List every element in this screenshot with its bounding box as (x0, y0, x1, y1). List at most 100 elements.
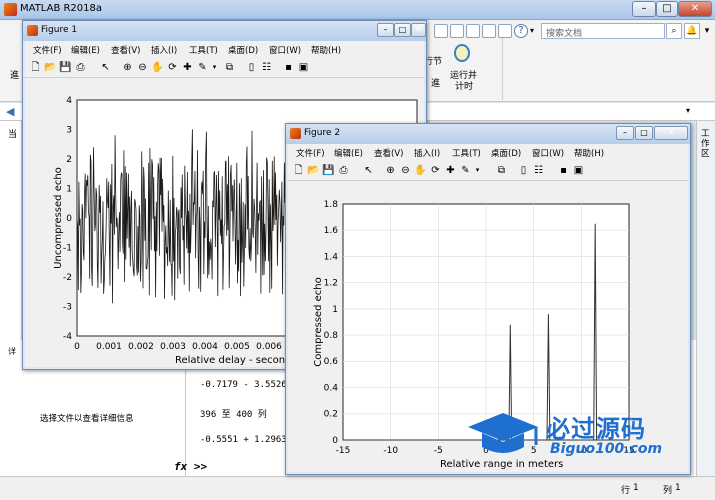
legend-icon[interactable]: ☷ (532, 164, 545, 177)
link-plot-icon[interactable]: ⧉ (223, 61, 236, 74)
menu-edit[interactable]: 编辑(E) (71, 44, 100, 56)
watermark-url: Biguo100.com (550, 441, 663, 457)
quick-access-icon-3[interactable] (466, 24, 480, 38)
figure1-y-tick: -4 (63, 332, 72, 342)
figure2-y-tick: 1.4 (324, 252, 339, 262)
quick-access-icon-2[interactable] (450, 24, 464, 38)
pan-icon[interactable]: ✋ (414, 164, 427, 177)
current-folder-tab[interactable]: 当 (8, 127, 17, 140)
menu-desktop[interactable]: 桌面(D) (228, 44, 258, 56)
back-arrow-icon[interactable]: ◀ (6, 105, 14, 118)
legend-icon[interactable]: ☷ (260, 61, 273, 74)
zoom-in-icon[interactable]: ⊕ (384, 164, 397, 177)
zoom-out-icon[interactable]: ⊖ (399, 164, 412, 177)
figure2-y-tick: 0.8 (324, 331, 339, 341)
quick-access-icon-5[interactable] (498, 24, 512, 38)
menu-help[interactable]: 帮助(H) (311, 44, 341, 56)
menu-view[interactable]: 查看(V) (374, 147, 403, 159)
matlab-logo-icon (4, 3, 17, 16)
data-cursor-icon[interactable]: ✚ (181, 61, 194, 74)
command-output-line: -0.5551 + 1.2963i (200, 435, 293, 445)
menu-window[interactable]: 窗口(W) (532, 147, 564, 159)
figure1-x-tick: 0 (74, 342, 80, 352)
menu-edit[interactable]: 编辑(E) (334, 147, 363, 159)
watermark-logo: 必过源码 Biguo100.com (458, 405, 678, 465)
menu-insert[interactable]: 插入(I) (414, 147, 440, 159)
quick-access-icon-4[interactable] (482, 24, 496, 38)
ribbon-collapse-icon[interactable]: ▾ (700, 23, 714, 39)
minimize-button[interactable]: – (632, 1, 656, 17)
figure1-x-tick: 0.004 (192, 342, 218, 352)
brush-dropdown-icon[interactable]: ▾ (208, 61, 221, 74)
address-dropdown-icon[interactable]: ▾ (686, 106, 690, 115)
run-time-label-2[interactable]: 计时 (455, 79, 473, 92)
pointer-icon[interactable]: ↖ (362, 164, 375, 177)
menu-help[interactable]: 帮助(H) (574, 147, 604, 159)
figure1-x-tick: 0.003 (160, 342, 186, 352)
figure2-maximize-button[interactable]: □ (635, 126, 653, 140)
figure1-minimize-button[interactable]: – (377, 23, 394, 37)
new-figure-icon[interactable]: 🗋 (292, 164, 305, 177)
command-output-line: -0.7179 - 3.5526i (200, 380, 293, 390)
figure2-close-button[interactable]: ✕ (654, 126, 688, 140)
menu-view[interactable]: 查看(V) (111, 44, 140, 56)
figure1-close-button[interactable]: ✕ (411, 23, 426, 37)
search-icon[interactable]: ⌕ (666, 23, 682, 39)
community-icon[interactable]: 🔔 (684, 23, 700, 39)
show-plot-tools-icon[interactable]: ▣ (572, 164, 585, 177)
figure2-y-tick: 0.2 (324, 410, 338, 420)
show-plot-tools-icon[interactable]: ▣ (297, 61, 310, 74)
figure1-x-tick: 0.001 (96, 342, 122, 352)
open-file-icon[interactable]: 📂 (44, 61, 57, 74)
print-icon[interactable]: ⎙ (74, 61, 87, 74)
pan-icon[interactable]: ✋ (151, 61, 164, 74)
help-icon[interactable]: ? (514, 24, 528, 38)
search-documentation-input[interactable]: 搜索文档 (541, 23, 665, 39)
help-dropdown-icon[interactable]: ▾ (530, 26, 534, 35)
figure2-toolbar: 🗋 📂 💾 ⎙ ↖ ⊕ ⊖ ✋ ⟳ ✚ ✎ ▾ ⧉ ▯ ☷ ▪ ▣ (288, 161, 688, 181)
row-value: 1 (633, 483, 639, 493)
menu-window[interactable]: 窗口(W) (269, 44, 301, 56)
quick-access-icon-1[interactable] (434, 24, 448, 38)
figure2-y-tick: 1.2 (324, 279, 338, 289)
figure2-y-tick: 1.6 (324, 226, 339, 236)
close-button[interactable]: ✕ (678, 1, 712, 17)
link-plot-icon[interactable]: ⧉ (495, 164, 508, 177)
menu-tools[interactable]: 工具(T) (452, 147, 481, 159)
open-file-icon[interactable]: 📂 (307, 164, 320, 177)
figure1-toolbar: 🗋 📂 💾 ⎙ ↖ ⊕ ⊖ ✋ ⟳ ✚ ✎ ▾ ⧉ ▯ ☷ ▪ ▣ (25, 58, 424, 78)
menu-insert[interactable]: 插入(I) (151, 44, 177, 56)
colorbar-icon[interactable]: ▯ (517, 164, 530, 177)
figure1-x-tick: 0.002 (128, 342, 154, 352)
pointer-icon[interactable]: ↖ (99, 61, 112, 74)
details-tab[interactable]: 详 (8, 346, 16, 357)
data-cursor-icon[interactable]: ✚ (444, 164, 457, 177)
save-icon[interactable]: 💾 (322, 164, 335, 177)
col-label: 列 (663, 486, 673, 496)
run-and-time-icon[interactable] (454, 44, 470, 62)
figure2-titlebar[interactable]: Figure 2 – □ ✕ (286, 124, 690, 144)
menu-desktop[interactable]: 桌面(D) (491, 147, 521, 159)
hide-plot-tools-icon[interactable]: ▪ (282, 61, 295, 74)
zoom-out-icon[interactable]: ⊖ (136, 61, 149, 74)
rotate-icon[interactable]: ⟳ (429, 164, 442, 177)
figure2-minimize-button[interactable]: – (616, 126, 634, 140)
figure1-maximize-button[interactable]: □ (394, 23, 411, 37)
figure1-titlebar[interactable]: Figure 1 – □ ✕ (23, 21, 426, 41)
rotate-icon[interactable]: ⟳ (166, 61, 179, 74)
figure2-title: Figure 2 (304, 128, 341, 138)
command-prompt[interactable]: fx >> (174, 460, 207, 473)
menu-tools[interactable]: 工具(T) (189, 44, 218, 56)
zoom-in-icon[interactable]: ⊕ (121, 61, 134, 74)
workspace-tab[interactable]: 工作区 (701, 129, 712, 159)
row-label: 行 (621, 486, 631, 496)
hide-plot-tools-icon[interactable]: ▪ (557, 164, 570, 177)
save-icon[interactable]: 💾 (59, 61, 72, 74)
new-figure-icon[interactable]: 🗋 (29, 61, 42, 74)
maximize-button[interactable]: □ (656, 1, 678, 17)
colorbar-icon[interactable]: ▯ (245, 61, 258, 74)
menu-file[interactable]: 文件(F) (33, 44, 62, 56)
menu-file[interactable]: 文件(F) (296, 147, 325, 159)
print-icon[interactable]: ⎙ (337, 164, 350, 177)
brush-dropdown-icon[interactable]: ▾ (471, 164, 484, 177)
